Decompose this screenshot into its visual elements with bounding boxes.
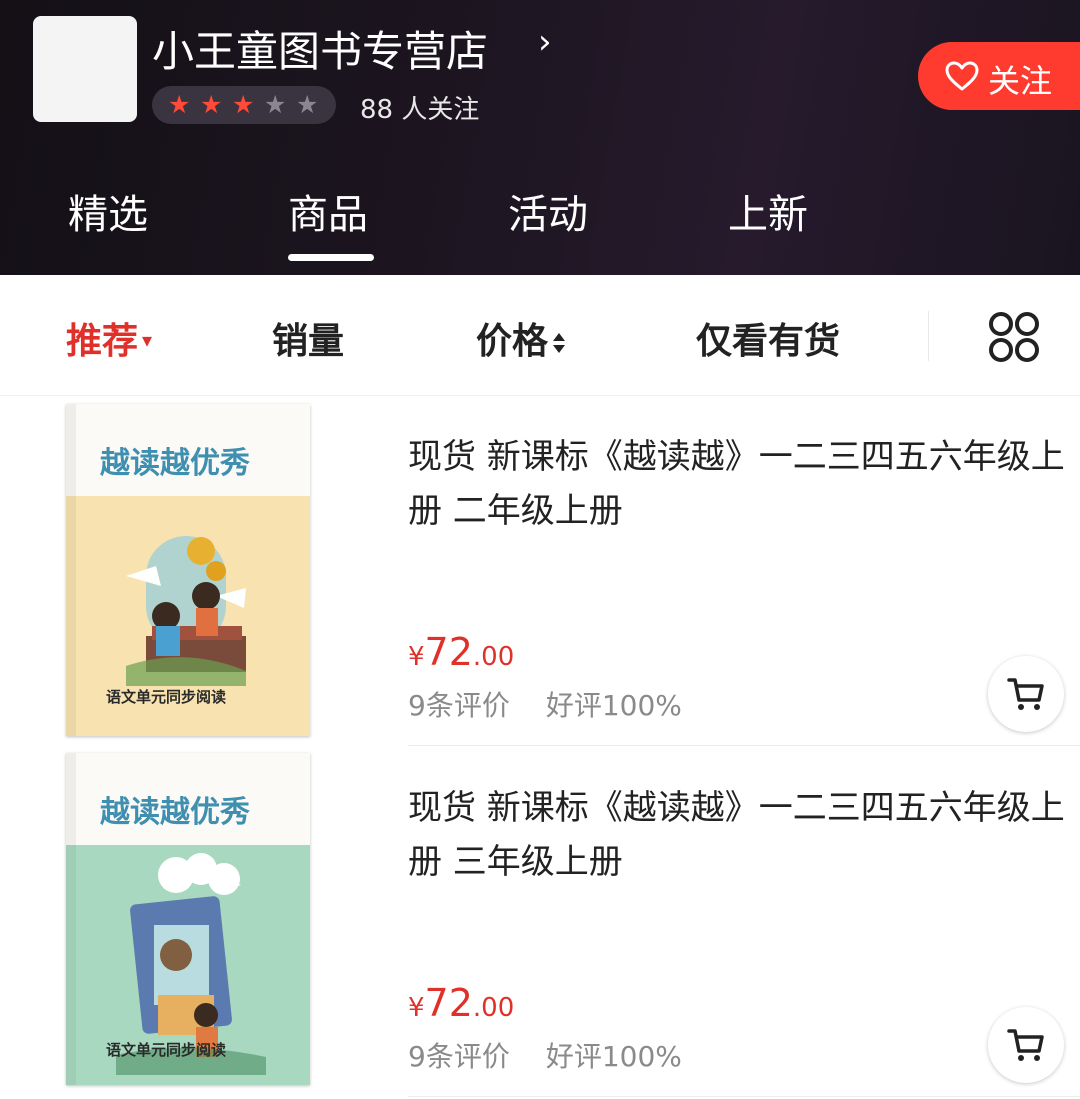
star-empty-icon: ★ [296,90,319,119]
product-price: ¥72.00 [408,981,515,1025]
divider [408,745,1080,746]
shop-header: 小王童图书专营店 › ★ ★ ★ ★ ★ 88 人关注 关注 精选 商品 活动 … [0,0,1080,275]
heart-icon [945,61,979,91]
active-tab-indicator [288,254,374,261]
cover-subtitle: 语文单元同步阅读 [106,688,227,706]
tab-new-arrivals[interactable]: 上新 [728,182,808,240]
cart-icon [1007,678,1044,710]
sort-price-label: 价格 [476,321,549,362]
sort-recommend[interactable]: 推荐 ▾ [66,312,152,364]
cover-subtitle: 语文单元同步阅读 [106,1041,227,1059]
grid-layout-icon[interactable] [988,311,1042,367]
cover-title: 越读越优秀 [100,795,250,830]
caret-down-icon: ▾ [142,328,153,352]
shop-name[interactable]: 小王童图书专营店 [152,18,488,79]
star-icon: ★ [232,90,255,119]
sort-toggle-icon [552,323,566,364]
product-card[interactable]: 越读越优秀 语文单元同步阅读 现货 新课标《越读越》一二三四五六年级上册 二年级… [0,396,1080,746]
product-price: ¥72.00 [408,630,515,674]
divider [408,1096,1080,1097]
tab-activities[interactable]: 活动 [508,182,588,240]
followers-count: 88 人关注 [360,95,480,125]
positive-rate: 好评100% [545,689,682,722]
filter-in-stock[interactable]: 仅看有货 [696,312,840,364]
sort-bar: 推荐 ▾ 销量 价格 仅看有货 [0,275,1080,396]
product-image[interactable]: 越读越优秀 语文单元同步阅读 [66,404,310,736]
shop-rating: ★ ★ ★ ★ ★ [152,86,336,124]
star-icon: ★ [168,90,191,119]
star-empty-icon: ★ [264,90,287,119]
sort-recommend-label: 推荐 [66,321,139,362]
add-to-cart-button[interactable] [988,656,1064,732]
product-meta: 9条评价 好评100% [408,1035,718,1075]
review-count: 9条评价 [408,689,510,722]
star-icon: ★ [200,90,223,119]
sort-price[interactable]: 价格 [476,312,566,364]
cover-title: 越读越优秀 [100,446,250,481]
product-title[interactable]: 现货 新课标《越读越》一二三四五六年级上册 二年级上册 [408,430,1068,538]
review-count: 9条评价 [408,1040,510,1073]
sort-sales[interactable]: 销量 [272,312,344,364]
product-meta: 9条评价 好评100% [408,684,718,724]
product-card[interactable]: 越读越优秀 语文单元同步阅读 现货 新课标《越读越》一二三四五六年级上册 三年级… [0,747,1080,1097]
product-image[interactable]: 越读越优秀 语文单元同步阅读 [66,753,310,1085]
cart-icon [1007,1029,1044,1061]
divider [928,311,929,361]
tab-featured[interactable]: 精选 [68,182,148,240]
add-to-cart-button[interactable] [988,1007,1064,1083]
follow-button[interactable]: 关注 [918,42,1080,110]
chevron-right-icon[interactable]: › [538,22,552,62]
product-title[interactable]: 现货 新课标《越读越》一二三四五六年级上册 三年级上册 [408,781,1068,889]
positive-rate: 好评100% [545,1040,682,1073]
shop-logo[interactable] [33,16,137,122]
tab-products[interactable]: 商品 [288,182,368,240]
follow-label: 关注 [988,62,1053,100]
